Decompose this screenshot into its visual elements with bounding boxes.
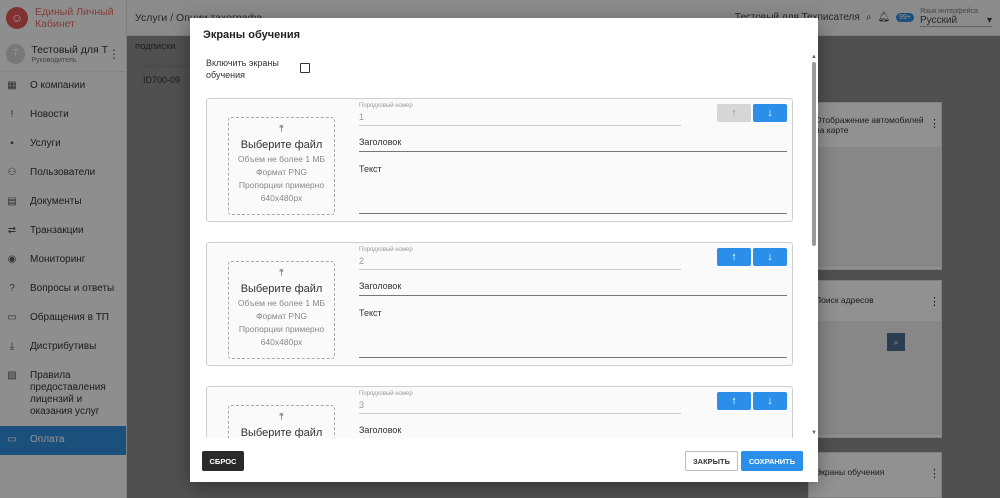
tutorial-screens-dialog: Экраны обучения Включить экраны обучения… <box>190 18 818 482</box>
upload-size-hint: Объем не более 1 МБ <box>237 154 326 164</box>
order-number-label: Порядковый номер <box>359 247 413 253</box>
reset-button[interactable]: СБРОС <box>202 451 244 471</box>
scrollbar-thumb[interactable] <box>812 62 816 246</box>
upload-dims-hint: 640x480px <box>260 193 303 203</box>
text-field[interactable]: Текст <box>359 308 787 358</box>
order-number-field: 1 <box>359 112 681 126</box>
title-field[interactable]: Заголовок <box>359 137 787 152</box>
file-upload-dropzone[interactable]: ⤒Выберите файлОбъем не более 1 МБФормат … <box>228 405 335 438</box>
save-button[interactable]: СОХРАНИТЬ <box>741 451 803 471</box>
upload-title: Выберите файл <box>240 139 323 151</box>
scroll-up-icon[interactable]: ▲ <box>811 54 817 60</box>
move-up-button[interactable]: ↑ <box>717 392 751 410</box>
upload-dims-hint: 640x480px <box>260 337 303 347</box>
move-down-button[interactable]: ↓ <box>753 104 787 122</box>
dialog-body: Включить экраны обучения ⤒ Выберите файл О… <box>190 52 818 438</box>
tutorial-screen-card: ⤒ Выберите файл Объем не более 1 МБ Формат … <box>206 242 793 366</box>
upload-format-hint: Формат PNG <box>256 311 307 321</box>
title-field[interactable]: Заголовок <box>359 425 787 438</box>
upload-ratio-hint: Пропорции примерно <box>238 180 325 190</box>
upload-icon: ⤒ <box>279 124 284 135</box>
upload-title: Выберите файл <box>240 283 323 295</box>
move-up-button[interactable]: ↑ <box>717 248 751 266</box>
tutorial-screen-card: ⤒ Выберите файл Объем не более 1 МБ Формат … <box>206 98 793 222</box>
arrow-down-icon: ↓ <box>767 107 773 119</box>
scroll-down-icon[interactable]: ▼ <box>811 430 817 436</box>
tutorial-screen-card: ⤒Выберите файлОбъем не более 1 МБФормат … <box>206 386 793 438</box>
order-number-field: 2 <box>359 256 681 270</box>
upload-size-hint: Объем не более 1 МБ <box>237 298 326 308</box>
upload-icon: ⤒ <box>279 268 284 279</box>
upload-format-hint: Формат PNG <box>256 167 307 177</box>
upload-icon: ⤒ <box>279 412 284 423</box>
dialog-title: Экраны обучения <box>203 29 301 41</box>
title-field[interactable]: Заголовок <box>359 281 787 296</box>
close-button[interactable]: ЗАКРЫТЬ <box>685 451 738 471</box>
arrow-up-icon: ↑ <box>731 251 737 263</box>
move-down-button[interactable]: ↓ <box>753 392 787 410</box>
order-number-label: Порядковый номер <box>359 391 413 397</box>
order-number-label: Порядковый номер <box>359 103 413 109</box>
text-field[interactable]: Текст <box>359 164 787 214</box>
enable-tutorial-checkbox[interactable] <box>300 63 310 73</box>
upload-ratio-hint: Пропорции примерно <box>238 324 325 334</box>
enable-tutorial-label: Включить экраны обучения <box>206 58 279 80</box>
arrow-down-icon: ↓ <box>767 395 773 407</box>
arrow-down-icon: ↓ <box>767 251 773 263</box>
order-number-field: 3 <box>359 400 681 414</box>
file-upload-dropzone[interactable]: ⤒ Выберите файл Объем не более 1 МБ Формат … <box>228 261 335 359</box>
file-upload-dropzone[interactable]: ⤒ Выберите файл Объем не более 1 МБ Формат … <box>228 117 335 215</box>
move-down-button[interactable]: ↓ <box>753 248 787 266</box>
move-up-button[interactable]: ↑ <box>717 104 751 122</box>
arrow-up-icon: ↑ <box>731 107 737 119</box>
arrow-up-icon: ↑ <box>731 395 737 407</box>
upload-title: Выберите файл <box>240 427 323 438</box>
